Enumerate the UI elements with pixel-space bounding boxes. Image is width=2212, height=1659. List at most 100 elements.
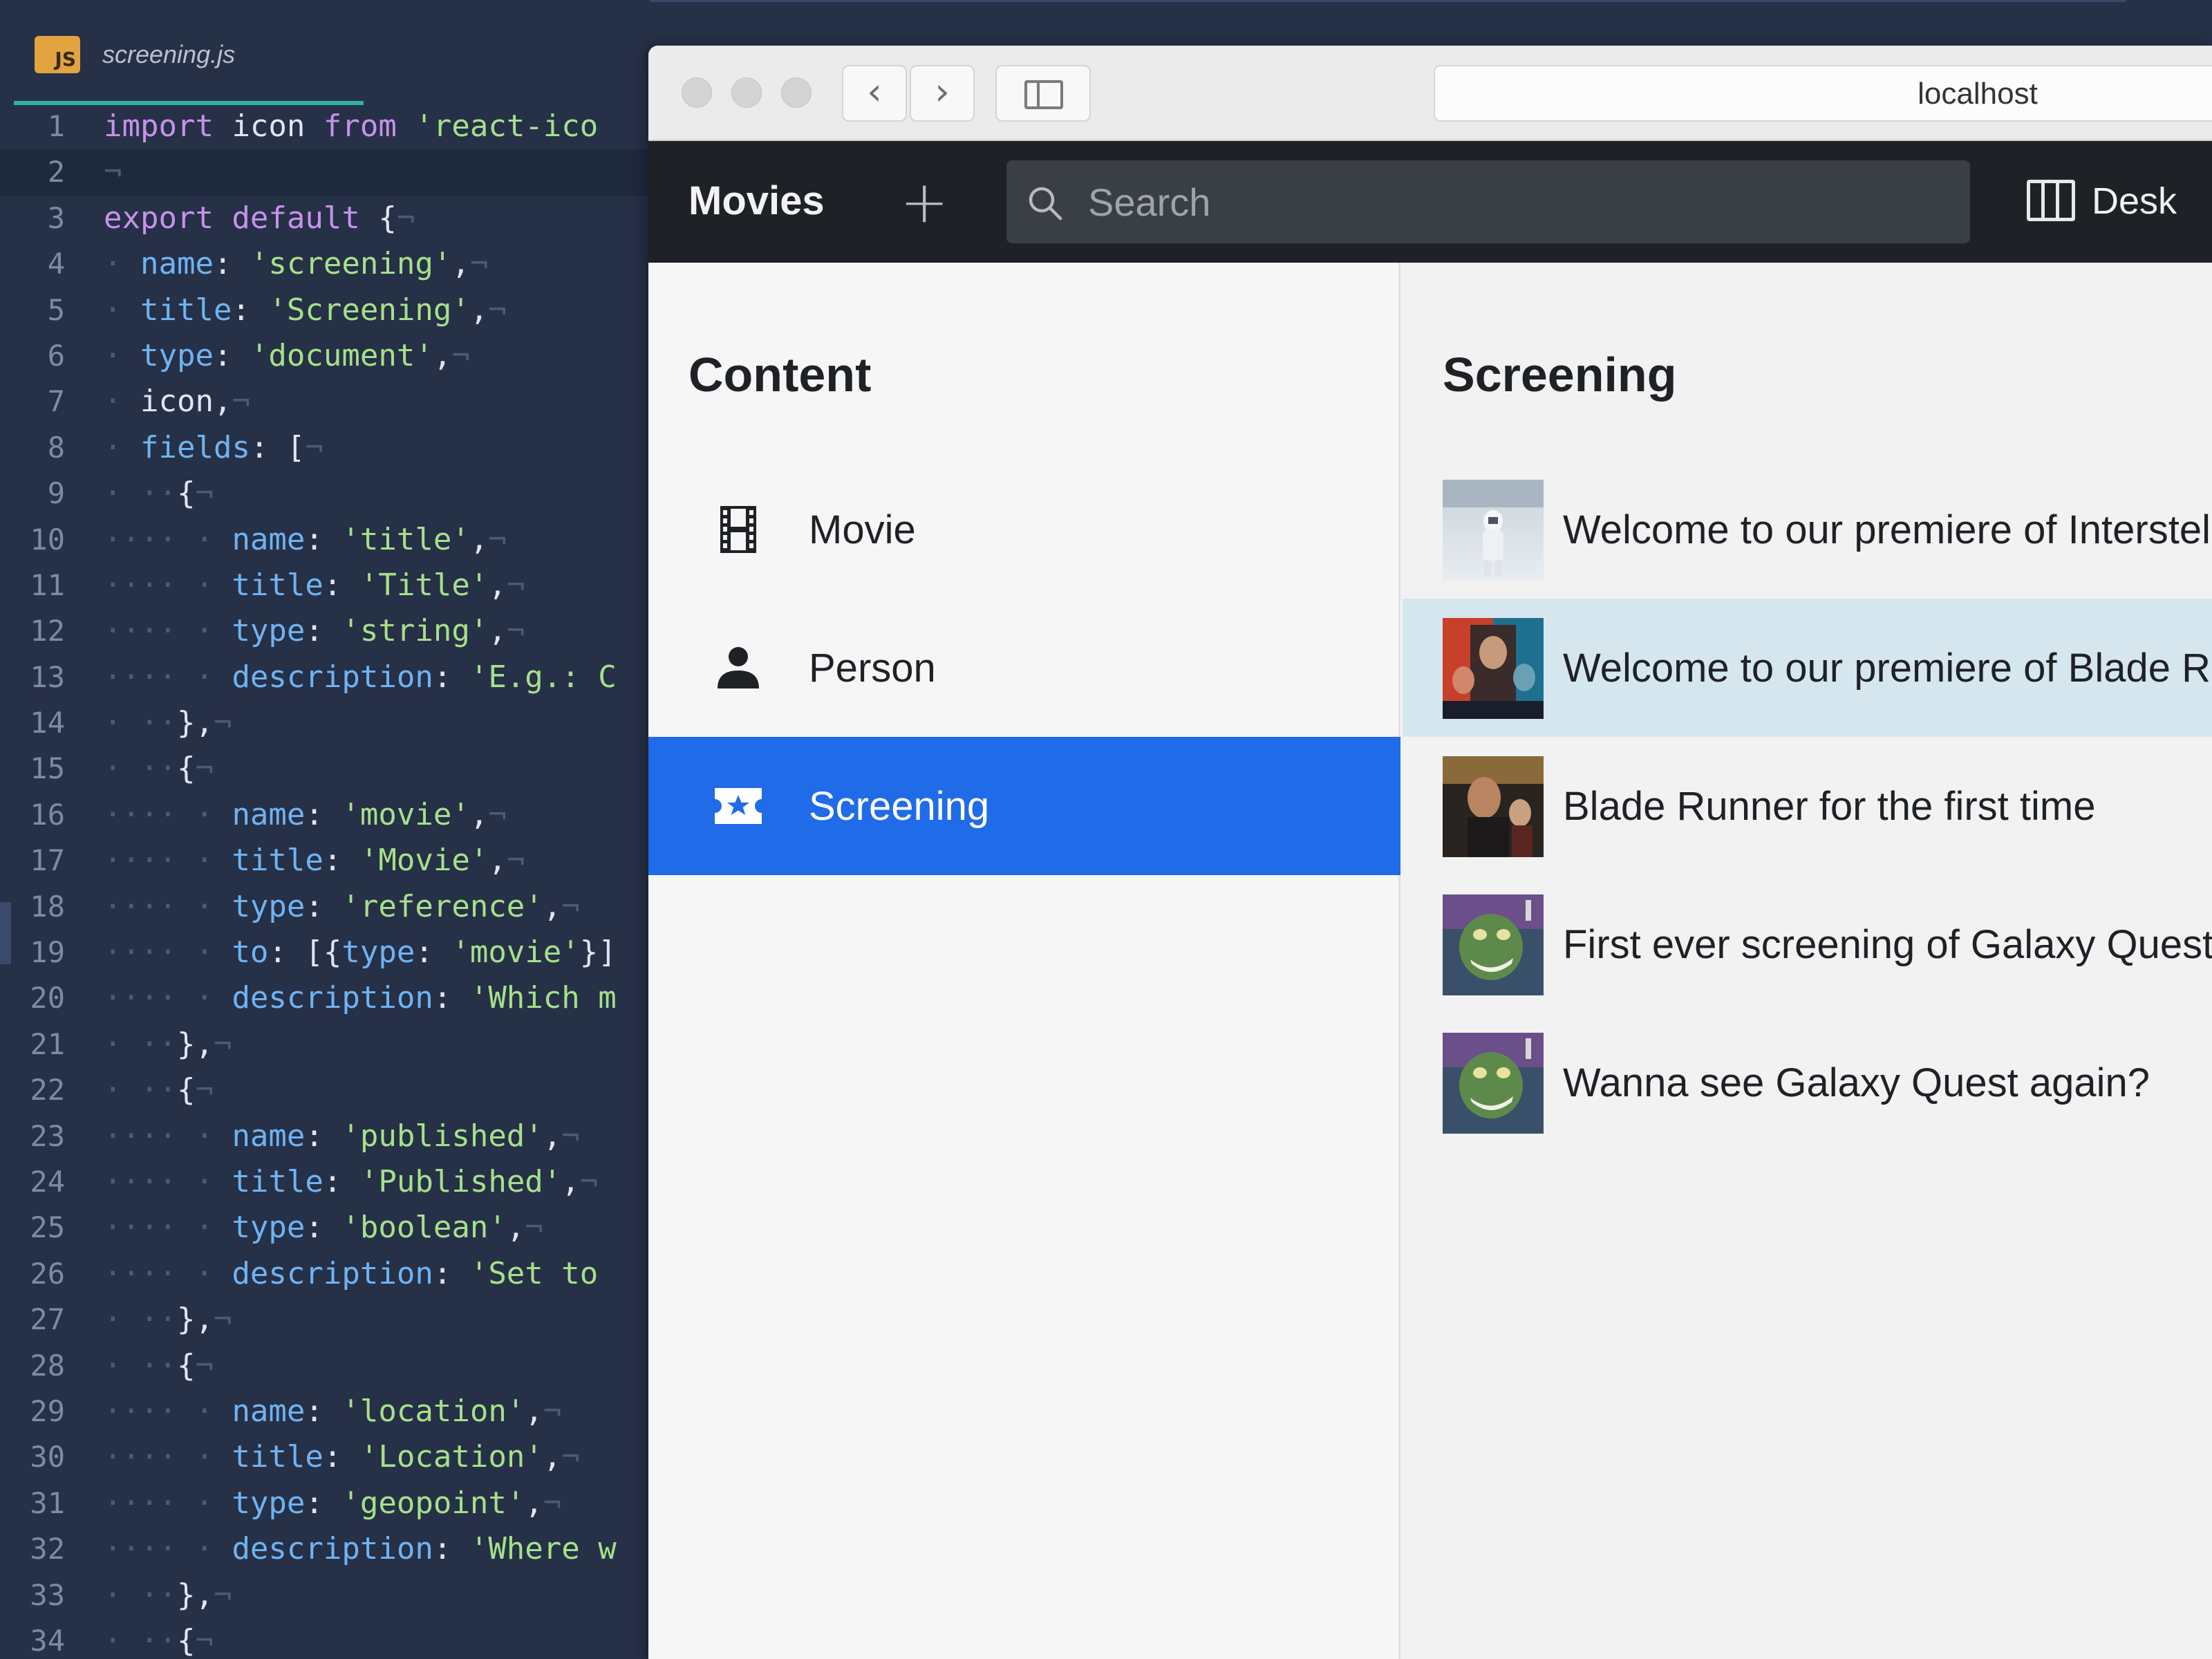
- code-line[interactable]: 10 ···· · name: 'title',¬: [0, 517, 650, 563]
- code-token: ·: [104, 1026, 122, 1062]
- content-item-person[interactable]: Person: [648, 599, 1400, 737]
- code-token: ···· ·: [104, 1118, 214, 1154]
- minimize-window-button[interactable]: [731, 77, 762, 108]
- content-pane-title: Content: [688, 348, 872, 402]
- code-line[interactable]: 5 · title: 'Screening',¬: [0, 288, 650, 333]
- code-token: 'react-ico: [396, 109, 599, 144]
- code-line[interactable]: 20 ···· · description: 'Which m: [0, 975, 650, 1021]
- code-line[interactable]: 2 ¬: [0, 149, 650, 196]
- js-file-icon: JS: [35, 36, 80, 73]
- address-bar[interactable]: localhost: [1434, 65, 2212, 122]
- close-window-button[interactable]: [682, 77, 712, 108]
- code-line[interactable]: 14 · ··},¬: [0, 700, 650, 746]
- code-token: ,: [543, 888, 562, 924]
- line-number: 26: [30, 1256, 65, 1291]
- code-line[interactable]: 15 · ··{¬: [0, 746, 650, 791]
- code-line[interactable]: 12 ···· · type: 'string',¬: [0, 608, 650, 654]
- code-line[interactable]: 4 · name: 'screening',¬: [0, 241, 650, 287]
- code-line[interactable]: 16 ···· · name: 'movie',¬: [0, 792, 650, 838]
- code-token: :: [433, 1531, 470, 1567]
- zoom-window-button[interactable]: [781, 77, 812, 108]
- code-line[interactable]: 32 ···· · description: 'Where w: [0, 1526, 650, 1572]
- code-token: ¬: [506, 613, 525, 649]
- search-input[interactable]: [1088, 174, 1918, 229]
- back-button[interactable]: ‹: [842, 65, 907, 122]
- code-line[interactable]: 8 · fields: [¬: [0, 425, 650, 471]
- screening-item-galaxy-quest-again[interactable]: Wanna see Galaxy Quest again?: [1403, 1013, 2212, 1152]
- movie-poster-thumbnail: [1443, 756, 1544, 857]
- code-token: ,: [561, 1163, 580, 1199]
- code-token: name: [213, 1118, 306, 1154]
- code-line[interactable]: 33 · ··},¬: [0, 1573, 650, 1618]
- content-item-label: Movie: [809, 507, 916, 552]
- screening-item-galaxy-quest-first[interactable]: First ever screening of Galaxy Quest: [1403, 875, 2212, 1013]
- movie-poster-thumbnail: [1443, 618, 1544, 719]
- forward-button[interactable]: ›: [910, 65, 975, 122]
- screening-item-title: Blade Runner for the first time: [1563, 784, 2096, 829]
- code-token: ¬: [579, 1163, 599, 1199]
- code-token: ···· ·: [104, 935, 214, 971]
- line-number: 20: [30, 981, 65, 1015]
- line-number: 29: [30, 1394, 65, 1428]
- code-token: :: [433, 980, 470, 1016]
- code-token: ¬: [305, 429, 324, 465]
- create-new-button[interactable]: +: [900, 173, 948, 231]
- search-box[interactable]: [1006, 160, 1970, 243]
- code-token: title: [213, 567, 324, 603]
- code-line[interactable]: 3 export default {¬: [0, 196, 650, 241]
- code-token: :: [415, 935, 452, 971]
- editor-tab[interactable]: JS screening.js: [14, 0, 366, 104]
- code-token: ¬: [396, 200, 415, 236]
- code-line[interactable]: 25 ···· · type: 'boolean',¬: [0, 1205, 650, 1250]
- code-line[interactable]: 28 · ··{¬: [0, 1343, 650, 1389]
- code-line[interactable]: 11 ···· · title: 'Title',¬: [0, 563, 650, 608]
- screening-item-blade-runner-premiere[interactable]: Welcome to our premiere of Blade Runner: [1403, 599, 2212, 737]
- code-line[interactable]: 24 ···· · title: 'Published',¬: [0, 1159, 650, 1205]
- code-line[interactable]: 27 · ··},¬: [0, 1297, 650, 1342]
- code-line[interactable]: 13 ···· · description: 'E.g.: C: [0, 655, 650, 700]
- code-line[interactable]: 30 ···· · title: 'Location',¬: [0, 1434, 650, 1480]
- code-token: ¬: [232, 384, 250, 420]
- code-token: description: [213, 980, 433, 1016]
- code-line[interactable]: 17 ···· · title: 'Movie',¬: [0, 838, 650, 883]
- content-item-screening[interactable]: Screening: [648, 737, 1400, 875]
- search-icon: [1029, 187, 1062, 221]
- code-line[interactable]: 6 · type: 'document',¬: [0, 333, 650, 379]
- code-token: type: [213, 613, 306, 649]
- content-item-label: Screening: [809, 784, 990, 829]
- brand-title[interactable]: Movies: [688, 177, 825, 225]
- code-line[interactable]: 29 ···· · name: 'location',¬: [0, 1389, 650, 1434]
- code-token: ···· ·: [104, 521, 214, 557]
- code-line[interactable]: 31 ···· · type: 'geopoint',¬: [0, 1481, 650, 1526]
- code-lines[interactable]: 1 import icon from 'react-ico 2 ¬ 3 export de…: [0, 104, 650, 1659]
- sidebar-toggle-button[interactable]: [995, 65, 1091, 122]
- code-line[interactable]: 34 · ··{¬: [0, 1618, 650, 1659]
- line-number: 23: [30, 1118, 65, 1153]
- code-token: ,: [543, 1439, 562, 1475]
- code-token: },: [176, 705, 214, 741]
- code-line[interactable]: 1 import icon from 'react-ico: [0, 104, 650, 149]
- code-token: ¬: [561, 888, 580, 924]
- line-source: ···· · description: 'Set to: [104, 1251, 598, 1297]
- code-token: from: [323, 109, 397, 144]
- code-line[interactable]: 21 · ··},¬: [0, 1022, 650, 1067]
- code-line[interactable]: 23 ···· · name: 'published',¬: [0, 1114, 650, 1159]
- code-token: ,: [433, 337, 452, 373]
- code-token: ··: [122, 1072, 177, 1108]
- code-line[interactable]: 9 · ··{¬: [0, 471, 650, 516]
- code-token: name: [213, 796, 306, 832]
- line-source: ···· · title: 'Title',¬: [104, 563, 525, 608]
- code-token: 'title': [341, 521, 470, 557]
- code-token: ··: [122, 751, 177, 787]
- code-token: ·: [104, 1072, 122, 1108]
- code-line[interactable]: 18 ···· · type: 'reference',¬: [0, 884, 650, 930]
- content-item-movie[interactable]: Movie: [648, 460, 1400, 599]
- code-line[interactable]: 7 · icon,¬: [0, 379, 650, 424]
- code-line[interactable]: 19 ···· · to: [{type: 'movie'}]: [0, 930, 650, 975]
- screening-item-interstellar[interactable]: Welcome to our premiere of Interstellar: [1403, 460, 2212, 599]
- line-number: 3: [47, 200, 65, 235]
- code-line[interactable]: 22 · ··{¬: [0, 1067, 650, 1113]
- code-line[interactable]: 26 ···· · description: 'Set to: [0, 1251, 650, 1297]
- screening-item-blade-runner-first[interactable]: Blade Runner for the first time: [1403, 737, 2212, 875]
- code-editor[interactable]: JS screening.js 1 import icon from 'react…: [0, 0, 650, 1659]
